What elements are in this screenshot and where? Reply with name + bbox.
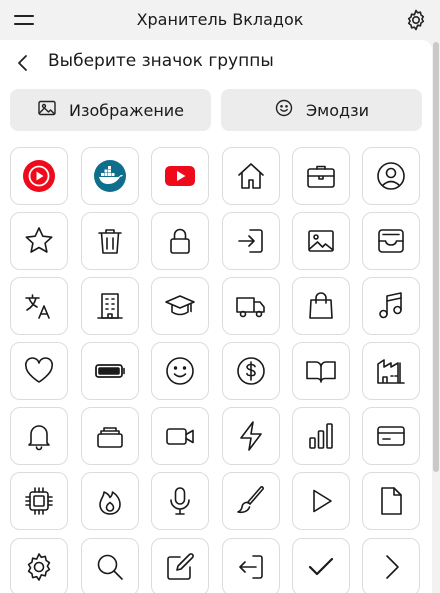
lightning-icon <box>234 419 268 453</box>
icon-option[interactable] <box>362 212 420 270</box>
icon-option[interactable] <box>292 277 350 335</box>
search-icon <box>93 550 127 584</box>
icon-option[interactable] <box>222 342 280 400</box>
icon-option[interactable] <box>222 472 280 530</box>
icon-option[interactable] <box>292 147 350 205</box>
smiley-icon <box>163 354 197 388</box>
login-icon <box>234 224 268 258</box>
archive-tray-icon <box>374 224 408 258</box>
icon-option[interactable] <box>81 212 139 270</box>
youtube-music-icon <box>22 159 56 193</box>
icon-option[interactable] <box>10 472 68 530</box>
graduation-cap-icon <box>163 289 197 323</box>
icon-option[interactable] <box>292 538 350 593</box>
icon-option[interactable] <box>10 277 68 335</box>
icon-option[interactable] <box>292 472 350 530</box>
icon-option[interactable] <box>222 212 280 270</box>
translate-icon <box>22 289 56 323</box>
play-icon <box>304 484 338 518</box>
battery-icon <box>93 354 127 388</box>
icon-option[interactable] <box>362 407 420 465</box>
icon-option[interactable] <box>151 407 209 465</box>
icon-option[interactable] <box>151 538 209 593</box>
chevron-right-icon <box>374 550 408 584</box>
icon-option[interactable] <box>81 538 139 593</box>
icon-option[interactable] <box>362 277 420 335</box>
icon-option[interactable] <box>362 472 420 530</box>
lock-icon <box>163 224 197 258</box>
fire-icon <box>93 484 127 518</box>
star-icon <box>22 224 56 258</box>
music-note-icon <box>374 289 408 323</box>
image-icon <box>37 98 57 122</box>
icon-option[interactable] <box>10 538 68 593</box>
icon-option[interactable] <box>222 407 280 465</box>
bell-icon <box>22 419 56 453</box>
icon-option[interactable] <box>81 407 139 465</box>
youtube-icon <box>163 159 197 193</box>
icon-option[interactable] <box>362 538 420 593</box>
back-chevron-icon[interactable] <box>14 52 32 74</box>
icon-option[interactable] <box>151 472 209 530</box>
logout-icon <box>234 550 268 584</box>
app-title: Хранитель Вкладок <box>136 10 304 29</box>
factory-icon <box>374 354 408 388</box>
icon-option[interactable] <box>10 212 68 270</box>
icon-option[interactable] <box>222 538 280 593</box>
file-icon <box>374 484 408 518</box>
scrollbar-thumb[interactable] <box>433 42 439 472</box>
icon-option[interactable] <box>10 342 68 400</box>
tab-image[interactable]: Изображение <box>10 89 211 131</box>
icon-option[interactable] <box>222 147 280 205</box>
dollar-icon <box>234 354 268 388</box>
icon-option[interactable] <box>151 212 209 270</box>
tab-image-label: Изображение <box>68 100 185 120</box>
bar-chart-icon <box>304 419 338 453</box>
icon-option[interactable] <box>362 342 420 400</box>
edit-icon <box>163 550 197 584</box>
docker-icon <box>93 159 127 193</box>
smiley-icon <box>274 98 294 122</box>
icon-option[interactable] <box>81 342 139 400</box>
icon-option[interactable] <box>10 407 68 465</box>
icon-option[interactable] <box>151 277 209 335</box>
gear-icon <box>22 550 56 584</box>
trash-icon <box>93 224 127 258</box>
paintbrush-icon <box>234 484 268 518</box>
stack-icon <box>93 419 127 453</box>
tab-emoji[interactable]: Эмодзи <box>221 89 422 131</box>
icon-option[interactable] <box>292 407 350 465</box>
icon-option[interactable] <box>151 147 209 205</box>
video-camera-icon <box>163 419 197 453</box>
icon-option[interactable] <box>81 277 139 335</box>
icon-option[interactable] <box>362 147 420 205</box>
page-title: Выберите значок группы <box>48 51 274 71</box>
tab-emoji-label: Эмодзи <box>306 100 369 120</box>
building-icon <box>93 289 127 323</box>
truck-icon <box>234 289 268 323</box>
microphone-icon <box>163 484 197 518</box>
user-circle-icon <box>374 159 408 193</box>
heart-icon <box>22 354 56 388</box>
icon-picker-panel: Выберите значок группы Изображение Эмодз… <box>0 40 432 593</box>
briefcase-icon <box>304 159 338 193</box>
icon-option[interactable] <box>292 342 350 400</box>
icon-option[interactable] <box>81 472 139 530</box>
icon-option[interactable] <box>81 147 139 205</box>
book-open-icon <box>304 354 338 388</box>
gear-icon[interactable] <box>404 8 428 32</box>
check-icon <box>304 550 338 584</box>
icon-option[interactable] <box>222 277 280 335</box>
icon-option[interactable] <box>292 212 350 270</box>
top-bar: Хранитель Вкладок <box>0 0 440 40</box>
home-icon <box>234 159 268 193</box>
icon-option[interactable] <box>151 342 209 400</box>
credit-card-icon <box>374 419 408 453</box>
icon-option[interactable] <box>10 147 68 205</box>
shopping-bag-icon <box>304 289 338 323</box>
image-icon <box>304 224 338 258</box>
cpu-icon <box>22 484 56 518</box>
